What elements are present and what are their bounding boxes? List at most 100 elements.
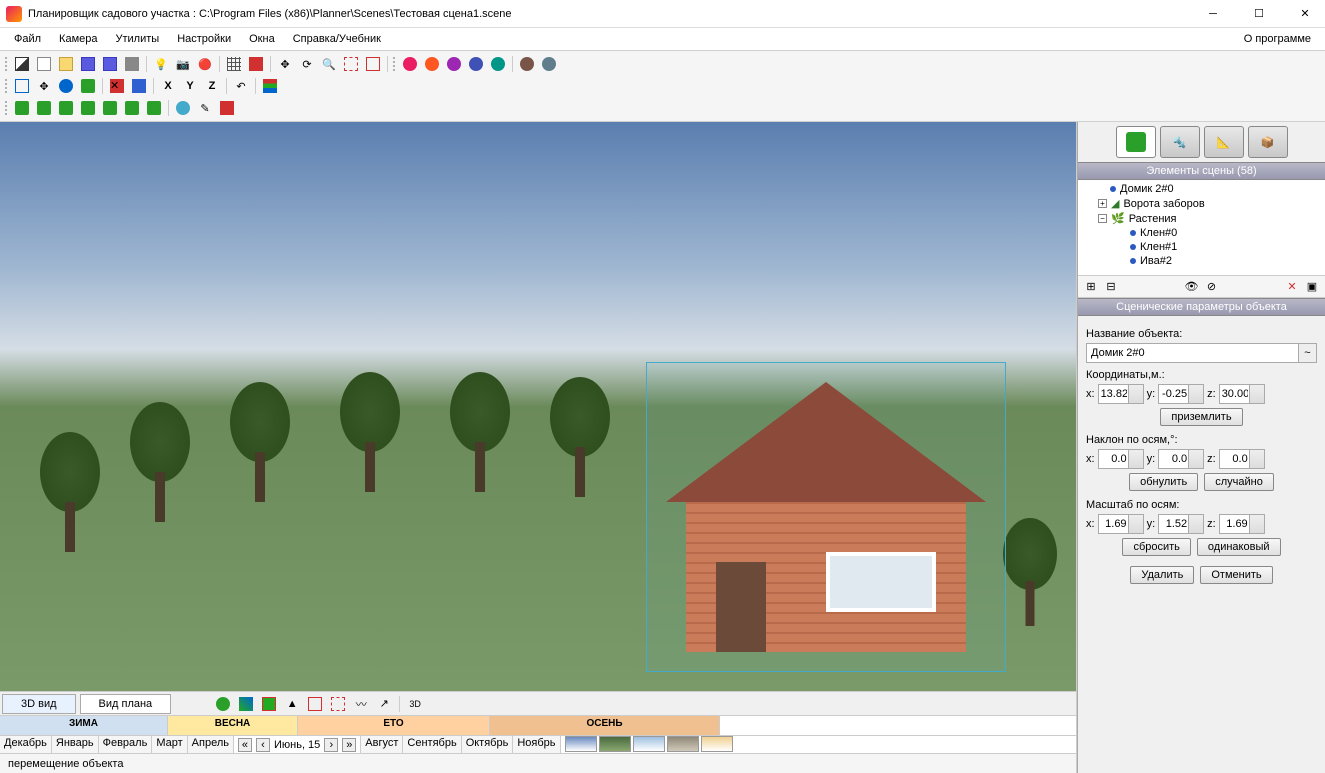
- terrain-7-icon[interactable]: [144, 98, 164, 118]
- tree-item-maple0[interactable]: Клен#0: [1080, 226, 1323, 240]
- view-3d-toggle-icon[interactable]: 3D: [405, 694, 425, 714]
- rotate-icon[interactable]: ⟳: [297, 54, 317, 74]
- panel-tab-scene-icon[interactable]: [1116, 126, 1156, 158]
- undo-icon[interactable]: ↶: [231, 76, 251, 96]
- tree-delete-icon[interactable]: ✕: [1283, 278, 1301, 296]
- season-autumn[interactable]: ОСЕНЬ: [490, 716, 720, 735]
- month-next-icon[interactable]: ›: [324, 738, 338, 752]
- tilt-x-input[interactable]: [1098, 449, 1144, 469]
- month-oct[interactable]: Октябрь: [462, 736, 514, 753]
- reset-scale-button[interactable]: сбросить: [1122, 538, 1190, 556]
- grid-icon[interactable]: [224, 54, 244, 74]
- uniform-scale-button[interactable]: одинаковый: [1197, 538, 1281, 556]
- tree-item-willow2[interactable]: Ива#2: [1080, 254, 1323, 268]
- month-sep[interactable]: Сентябрь: [403, 736, 461, 753]
- add-object-4-icon[interactable]: [466, 54, 486, 74]
- month-aug[interactable]: Август: [361, 736, 403, 753]
- cancel-button[interactable]: Отменить: [1200, 566, 1272, 584]
- print-icon[interactable]: [122, 54, 142, 74]
- tab-plan-view[interactable]: Вид плана: [80, 694, 172, 714]
- month-current[interactable]: « ‹ Июнь, 15 › »: [234, 736, 361, 753]
- orbit-icon[interactable]: [56, 76, 76, 96]
- month-prev-fast-icon[interactable]: «: [238, 738, 252, 752]
- tilt-y-input[interactable]: [1158, 449, 1204, 469]
- tree-hide-icon[interactable]: ⊘: [1203, 278, 1221, 296]
- terrain-4-icon[interactable]: [78, 98, 98, 118]
- scene-tree[interactable]: Домик 2#0 + ◢Ворота заборов − 🌿Растения …: [1078, 180, 1325, 276]
- panel-tab-box-icon[interactable]: 📦: [1248, 126, 1288, 158]
- reset-tilt-button[interactable]: обнулить: [1129, 473, 1198, 491]
- menu-help[interactable]: Справка/Учебник: [285, 31, 389, 47]
- add-object-1-icon[interactable]: [400, 54, 420, 74]
- month-jan[interactable]: Январь: [52, 736, 99, 753]
- shape-curve-icon[interactable]: 〰: [351, 694, 371, 714]
- month-mar[interactable]: Март: [152, 736, 187, 753]
- move-icon[interactable]: ✥: [275, 54, 295, 74]
- view-reset-icon[interactable]: [12, 76, 32, 96]
- menu-camera[interactable]: Камера: [51, 31, 105, 47]
- menu-file[interactable]: Файл: [6, 31, 49, 47]
- terrain-2-icon[interactable]: [34, 98, 54, 118]
- new-file-icon[interactable]: [34, 54, 54, 74]
- season-winter[interactable]: ЗИМА: [0, 716, 168, 735]
- record-icon[interactable]: 🔴: [195, 54, 215, 74]
- snap-icon[interactable]: [246, 54, 266, 74]
- month-next-fast-icon[interactable]: »: [342, 738, 356, 752]
- pointer-tool-icon[interactable]: [12, 54, 32, 74]
- menu-windows[interactable]: Окна: [241, 31, 283, 47]
- sky-preset-3[interactable]: [633, 736, 665, 752]
- tree-show-icon[interactable]: 👁: [1183, 278, 1201, 296]
- month-nov[interactable]: Ноябрь: [513, 736, 560, 753]
- tree-item-maple1[interactable]: Клен#1: [1080, 240, 1323, 254]
- terrain-3-icon[interactable]: [56, 98, 76, 118]
- month-feb[interactable]: Февраль: [99, 736, 153, 753]
- open-file-icon[interactable]: [56, 54, 76, 74]
- menu-settings[interactable]: Настройки: [169, 31, 239, 47]
- terrain-5-icon[interactable]: [100, 98, 120, 118]
- zoom-icon[interactable]: 🔍: [319, 54, 339, 74]
- viewport-3d[interactable]: [0, 122, 1076, 691]
- panel-tab-materials-icon[interactable]: 🔩: [1160, 126, 1200, 158]
- coord-x-input[interactable]: [1098, 384, 1144, 404]
- season-summer[interactable]: ЕТО: [298, 716, 490, 735]
- sky-preset-2[interactable]: [599, 736, 631, 752]
- select-rect-icon[interactable]: [341, 54, 361, 74]
- add-object-3-icon[interactable]: [444, 54, 464, 74]
- shape-path-icon[interactable]: [328, 694, 348, 714]
- sky-preset-1[interactable]: [565, 736, 597, 752]
- terrain-6-icon[interactable]: [122, 98, 142, 118]
- eyedropper-icon[interactable]: ✎: [195, 98, 215, 118]
- tree-item-gates[interactable]: + ◢Ворота заборов: [1080, 196, 1323, 211]
- pan-icon[interactable]: ✥: [34, 76, 54, 96]
- add-object-6-icon[interactable]: [517, 54, 537, 74]
- tree-expand-all-icon[interactable]: ⊞: [1082, 278, 1100, 296]
- random-tilt-button[interactable]: случайно: [1204, 473, 1274, 491]
- shape-axes-icon[interactable]: [236, 694, 256, 714]
- add-object-5-icon[interactable]: [488, 54, 508, 74]
- water-icon[interactable]: [173, 98, 193, 118]
- tree-item-house[interactable]: Домик 2#0: [1080, 182, 1323, 196]
- tree-collapse-all-icon[interactable]: ⊟: [1102, 278, 1120, 296]
- delete-icon[interactable]: ✕: [107, 76, 127, 96]
- shape-arrow-icon[interactable]: ↗: [374, 694, 394, 714]
- shape-circle-icon[interactable]: [213, 694, 233, 714]
- season-spring[interactable]: ВЕСНА: [168, 716, 298, 735]
- shape-tri-icon[interactable]: ▲: [282, 694, 302, 714]
- scale-y-input[interactable]: [1158, 514, 1204, 534]
- close-button[interactable]: ✕: [1291, 4, 1319, 24]
- tree-select-icon[interactable]: ▣: [1303, 278, 1321, 296]
- object-name-input[interactable]: [1086, 343, 1299, 363]
- object-name-dropdown[interactable]: ~: [1299, 343, 1317, 363]
- light-icon[interactable]: 💡: [151, 54, 171, 74]
- axis-y-icon[interactable]: Y: [180, 76, 200, 96]
- sky-preset-4[interactable]: [667, 736, 699, 752]
- month-apr[interactable]: Апрель: [188, 736, 234, 753]
- copy-icon[interactable]: [129, 76, 149, 96]
- coord-y-input[interactable]: [1158, 384, 1204, 404]
- add-object-2-icon[interactable]: [422, 54, 442, 74]
- minimize-button[interactable]: ─: [1199, 4, 1227, 24]
- save-file-icon[interactable]: [78, 54, 98, 74]
- month-dec[interactable]: Декабрь: [0, 736, 52, 753]
- add-object-7-icon[interactable]: [539, 54, 559, 74]
- panel-tab-measure-icon[interactable]: 📐: [1204, 126, 1244, 158]
